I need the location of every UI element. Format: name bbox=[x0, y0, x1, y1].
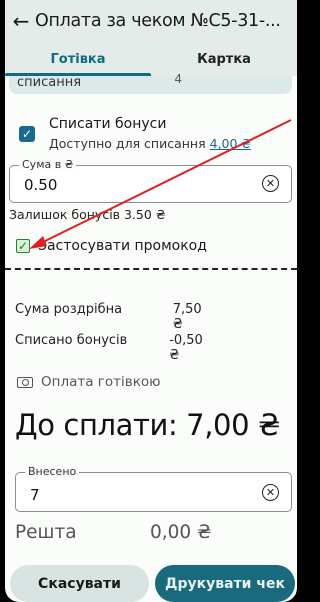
change-value: 0,00 ₴ bbox=[150, 522, 212, 543]
summary-row-retail: Сума роздрібна 7,50 ₴ bbox=[15, 302, 215, 332]
summary-label: Сума роздрібна bbox=[15, 302, 123, 317]
divider bbox=[5, 268, 297, 270]
bonus-available: Доступно для списання 4,00 ₴ bbox=[49, 136, 251, 151]
write-off-label: списання bbox=[17, 75, 82, 90]
payment-tabs: Готівка Картка bbox=[5, 42, 297, 76]
payment-screen: ← Оплата за чеком №С5-31-... Готівка Кар… bbox=[5, 0, 297, 602]
cash-icon bbox=[17, 376, 33, 388]
change-row: Решта 0,00 ₴ bbox=[15, 522, 211, 543]
app-bar: ← Оплата за чеком №С5-31-... bbox=[5, 0, 297, 42]
promo-checkbox[interactable]: ✓ bbox=[16, 239, 30, 253]
bonus-checkbox[interactable]: ✓ bbox=[19, 126, 35, 142]
deposited-field-label: Внесено bbox=[25, 465, 80, 478]
clear-icon[interactable]: ✕ bbox=[262, 175, 279, 192]
print-receipt-button[interactable]: Друкувати чек bbox=[155, 565, 295, 602]
promo-row: ✓ Застосувати промокод bbox=[16, 238, 207, 254]
amount-field-value[interactable]: 0.50 bbox=[24, 176, 57, 194]
bonus-available-link[interactable]: 4,00 ₴ bbox=[210, 136, 251, 151]
tab-card[interactable]: Картка bbox=[151, 42, 297, 76]
bonus-row: ✓ Списати бонуси Доступно для списання 4,… bbox=[19, 116, 251, 151]
summary-value: 7,50 ₴ bbox=[172, 302, 202, 332]
write-off-card: списання 4 bbox=[9, 72, 292, 94]
clear-icon[interactable]: ✕ bbox=[262, 484, 279, 501]
summary-label: Списано бонусів bbox=[15, 333, 128, 348]
change-label: Решта bbox=[15, 522, 77, 543]
summary-value: -0,50 ₴ bbox=[169, 333, 203, 363]
deposited-field-value[interactable]: 7 bbox=[30, 486, 40, 504]
bonus-checkbox-label: Списати бонуси bbox=[49, 116, 167, 132]
tab-cash[interactable]: Готівка bbox=[5, 42, 151, 76]
arrow-left-icon[interactable]: ← bbox=[7, 0, 35, 42]
cash-section-label: Оплата готівкою bbox=[41, 374, 161, 390]
bonus-balance: Залишок бонусів 3.50 ₴ bbox=[9, 207, 166, 222]
promo-label: Застосувати промокод bbox=[38, 238, 207, 254]
amount-field-label: Сума в ₴ bbox=[19, 158, 77, 171]
page-title: Оплата за чеком №С5-31-... bbox=[35, 11, 281, 31]
cash-section-title: Оплата готівкою bbox=[17, 374, 160, 390]
cancel-button[interactable]: Скасувати bbox=[10, 565, 149, 602]
amount-field[interactable]: Сума в ₴ 0.50 ✕ bbox=[9, 158, 292, 203]
deposited-field[interactable]: Внесено 7 ✕ bbox=[15, 465, 292, 512]
total-due: До сплати: 7,00 ₴ bbox=[15, 408, 280, 442]
bonus-available-label: Доступно для списання bbox=[49, 136, 206, 151]
write-off-value: 4 bbox=[174, 72, 182, 86]
summary-row-bonus: Списано бонусів -0,50 ₴ bbox=[15, 333, 215, 363]
